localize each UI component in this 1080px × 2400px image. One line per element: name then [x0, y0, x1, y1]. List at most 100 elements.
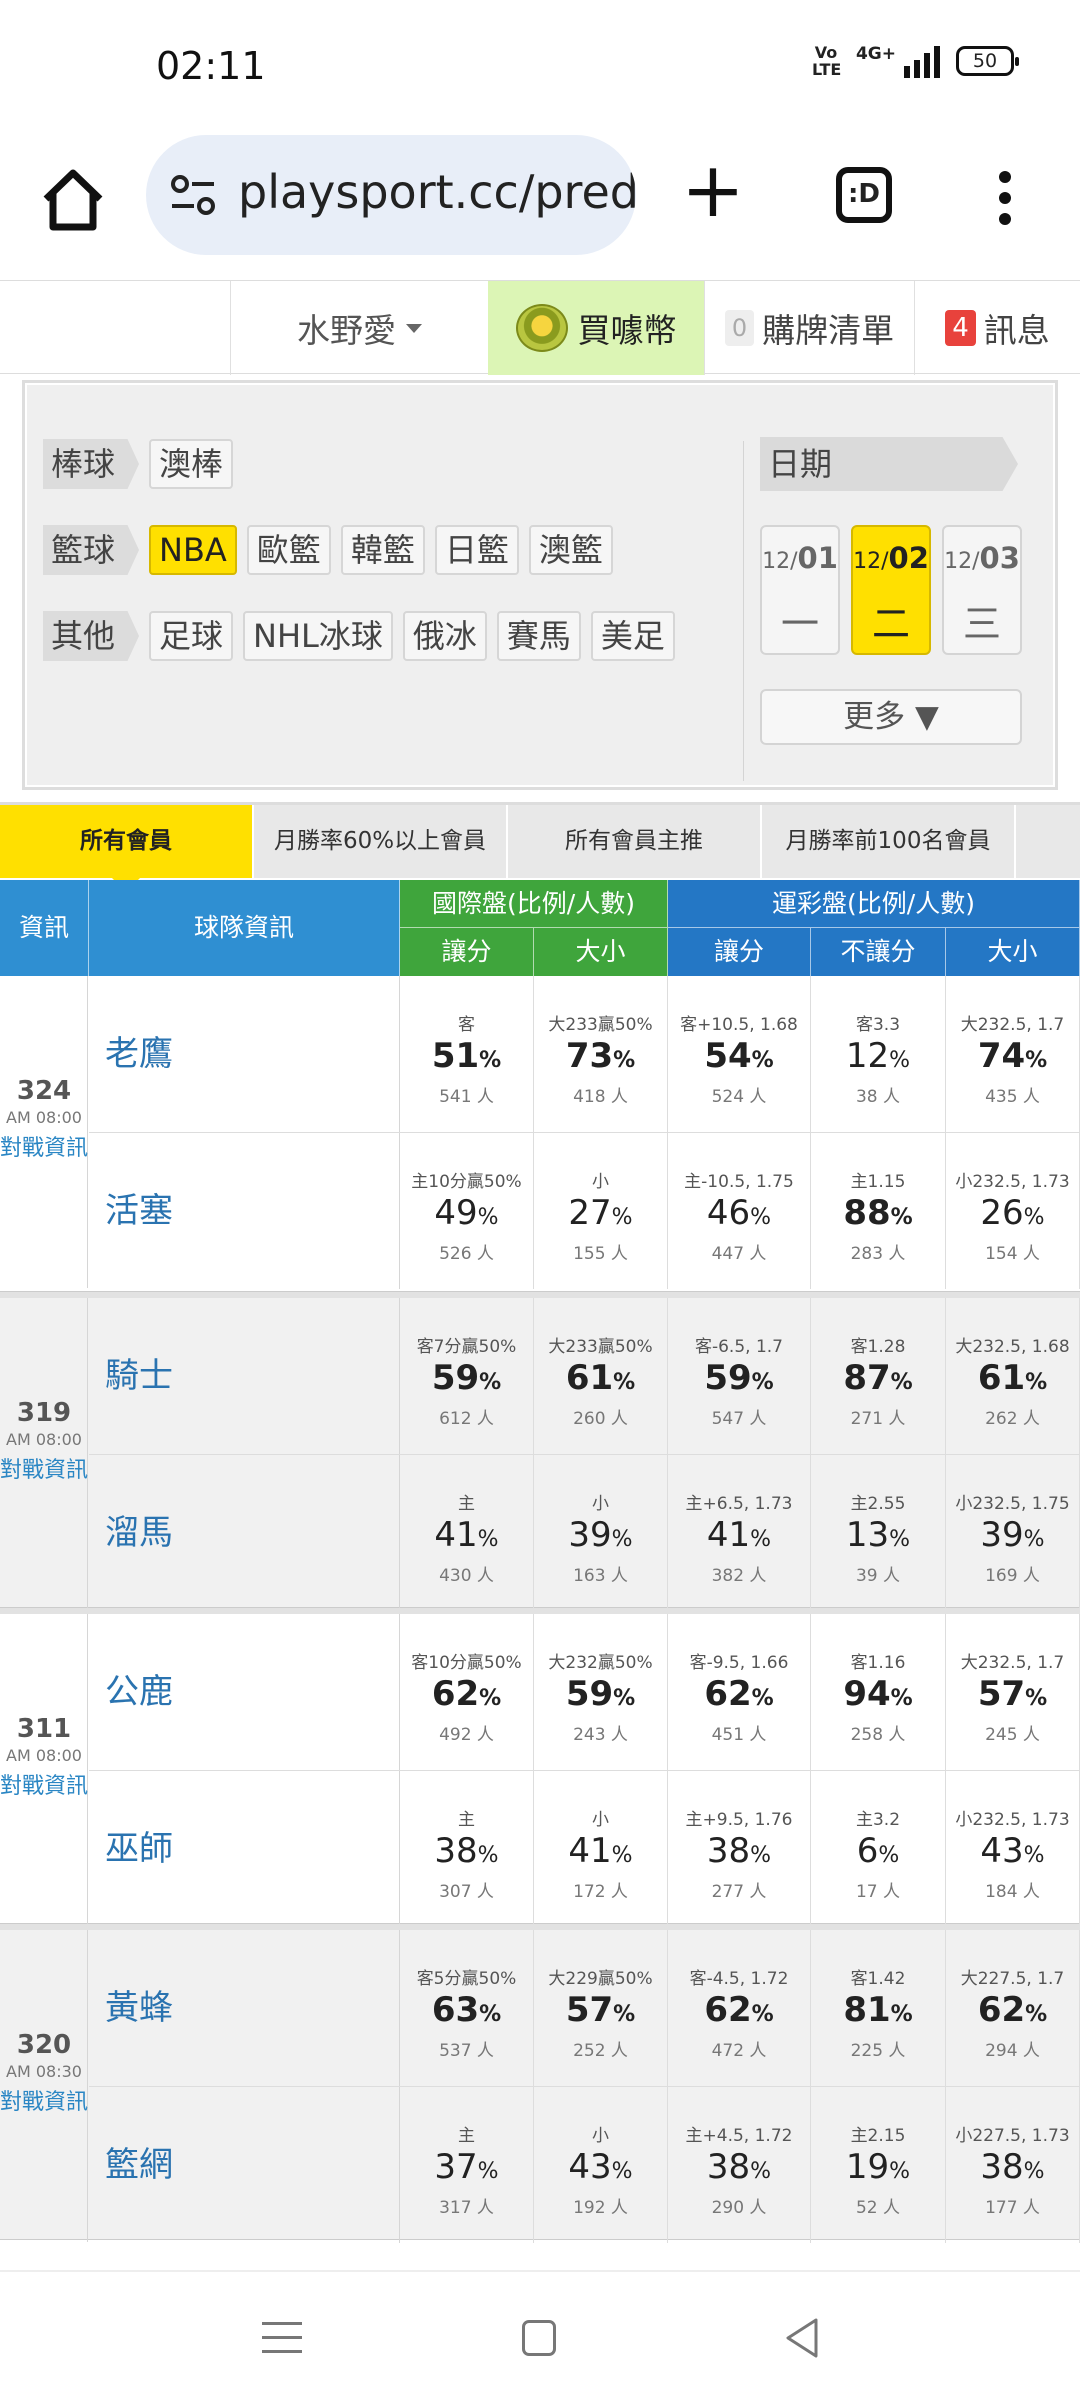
- odds-cell[interactable]: 小232.5, 1.73 43% 184 人: [946, 1771, 1080, 1927]
- league-option[interactable]: 韓籃: [340, 525, 425, 575]
- odds-cell[interactable]: 主2.15 19% 52 人: [811, 2087, 946, 2243]
- odds-cell[interactable]: 主3.2 6% 17 人: [811, 1771, 946, 1927]
- odds-cell[interactable]: 主 41% 430 人: [400, 1455, 534, 1611]
- odds-cell[interactable]: 客+10.5, 1.68 54% 524 人: [668, 976, 811, 1132]
- more-menu-icon[interactable]: [990, 167, 1020, 227]
- odds-cell[interactable]: 大227.5, 1.7 62% 294 人: [946, 1930, 1080, 2086]
- tab-switcher-button[interactable]: :D: [836, 167, 892, 223]
- team-name[interactable]: 巫師: [89, 1771, 400, 1927]
- odds-cell[interactable]: 客 51% 541 人: [400, 976, 534, 1132]
- percentage: 94%: [843, 1674, 913, 1714]
- back-icon[interactable]: [782, 2316, 822, 2360]
- league-option[interactable]: 足球: [149, 611, 234, 661]
- table-header: 資訊 球隊資訊 國際盤(比例/人數) 運彩盤(比例/人數) 讓分 大小 讓分 不…: [0, 880, 1080, 976]
- date-button[interactable]: 12/01 一: [760, 525, 840, 655]
- recent-apps-icon[interactable]: [262, 2322, 302, 2356]
- address-bar[interactable]: playsport.cc/pred: [146, 135, 636, 255]
- odds-cell[interactable]: 小232.5, 1.73 26% 154 人: [946, 1133, 1080, 1289]
- odds-cell[interactable]: 小 41% 172 人: [534, 1771, 668, 1927]
- messages-button[interactable]: 4 訊息: [914, 281, 1080, 375]
- odds-cell[interactable]: 客1.16 94% 258 人: [811, 1614, 946, 1770]
- odds-cell[interactable]: 主 37% 317 人: [400, 2087, 534, 2243]
- matchup-info-link[interactable]: 對戰資訊: [0, 2090, 88, 2116]
- matchup-info-link[interactable]: 對戰資訊: [0, 1458, 88, 1484]
- odds-cell[interactable]: 大229贏50% 57% 252 人: [534, 1930, 668, 2086]
- home-square-icon[interactable]: [522, 2320, 556, 2356]
- category-basketball: 籃球: [43, 525, 140, 575]
- cart-button[interactable]: 0 購牌清單: [704, 281, 914, 375]
- more-dates-button[interactable]: 更多 ▼: [760, 689, 1022, 745]
- odds-cell[interactable]: 大232.5, 1.7 74% 435 人: [946, 976, 1080, 1132]
- league-option[interactable]: 美足: [590, 611, 675, 661]
- tab-all-members[interactable]: 所有會員: [0, 805, 254, 892]
- team-name[interactable]: 公鹿: [89, 1614, 400, 1770]
- people-count: 290 人: [711, 2198, 767, 2218]
- odds-cell[interactable]: 客3.3 12% 38 人: [811, 976, 946, 1132]
- people-count: 17 人: [855, 1882, 901, 1902]
- league-option[interactable]: 日籃: [434, 525, 519, 575]
- league-option[interactable]: 澳棒: [149, 439, 234, 489]
- odds-cell[interactable]: 小 27% 155 人: [534, 1133, 668, 1289]
- odds-cell[interactable]: 主1.15 88% 283 人: [811, 1133, 946, 1289]
- league-option[interactable]: 歐籃: [246, 525, 331, 575]
- odds-cell[interactable]: 主10分贏50% 49% 526 人: [400, 1133, 534, 1289]
- odds-cell[interactable]: 客7分贏50% 59% 612 人: [400, 1298, 534, 1454]
- team-name[interactable]: 活塞: [89, 1133, 400, 1289]
- odds-cell[interactable]: 大233贏50% 61% 260 人: [534, 1298, 668, 1454]
- tab-win-rate-60[interactable]: 月勝率60%以上會員: [254, 805, 508, 878]
- people-count: 547 人: [711, 1409, 767, 1429]
- tab-top-100[interactable]: 月勝率前100名會員: [762, 805, 1016, 878]
- league-option-selected[interactable]: NBA: [149, 525, 237, 575]
- odds-cell[interactable]: 主+6.5, 1.73 41% 382 人: [668, 1455, 811, 1611]
- league-option[interactable]: 俄冰: [402, 611, 487, 661]
- odds-cell[interactable]: 小 43% 192 人: [534, 2087, 668, 2243]
- odds-cell[interactable]: 主+9.5, 1.76 38% 277 人: [668, 1771, 811, 1927]
- league-option[interactable]: 澳籃: [528, 525, 613, 575]
- league-option[interactable]: NHL冰球: [243, 611, 393, 661]
- odds-cell[interactable]: 客1.28 87% 271 人: [811, 1298, 946, 1454]
- team-name[interactable]: 溜馬: [89, 1455, 400, 1611]
- user-menu[interactable]: 水野愛: [230, 281, 488, 375]
- team-name[interactable]: 籃網: [89, 2087, 400, 2243]
- team-name[interactable]: 老鷹: [89, 976, 400, 1132]
- odds-cell[interactable]: 客-9.5, 1.66 62% 451 人: [668, 1614, 811, 1770]
- odds-cell[interactable]: 大232.5, 1.68 61% 262 人: [946, 1298, 1080, 1454]
- odds-cell[interactable]: 主-10.5, 1.75 46% 447 人: [668, 1133, 811, 1289]
- odds-cell[interactable]: 大232贏50% 59% 243 人: [534, 1614, 668, 1770]
- odds-cell[interactable]: 主2.55 13% 39 人: [811, 1455, 946, 1611]
- matchup-info-link[interactable]: 對戰資訊: [0, 1774, 88, 1800]
- people-count: 451 人: [711, 1725, 767, 1745]
- volte-icon: Vo LTE: [811, 43, 842, 79]
- screen: 02:11 Vo LTE 4G+ 50 playsport.cc/pred + …: [0, 0, 1080, 2400]
- odds-cell[interactable]: 客10分贏50% 62% 492 人: [400, 1614, 534, 1770]
- people-count: 294 人: [985, 2041, 1040, 2061]
- message-count-badge: 4: [945, 310, 976, 346]
- team-name[interactable]: 黃蜂: [89, 1930, 400, 2086]
- league-option[interactable]: 賽馬: [496, 611, 581, 661]
- matchup-info-link[interactable]: 對戰資訊: [0, 1136, 88, 1162]
- date-button-selected[interactable]: 12/02 二: [851, 525, 931, 655]
- game-number: 324: [16, 1076, 72, 1106]
- odds-cell[interactable]: 大233贏50% 73% 418 人: [534, 976, 668, 1132]
- odds-cell[interactable]: 小 39% 163 人: [534, 1455, 668, 1611]
- site-settings-icon[interactable]: [168, 173, 218, 217]
- percentage: 88%: [843, 1193, 913, 1233]
- tab-all-members-picks[interactable]: 所有會員主推: [508, 805, 762, 878]
- odds-cell[interactable]: 主+4.5, 1.72 38% 290 人: [668, 2087, 811, 2243]
- odds-cell[interactable]: 主 38% 307 人: [400, 1771, 534, 1927]
- people-count: 317 人: [439, 2198, 494, 2218]
- odds-cell[interactable]: 小227.5, 1.73 38% 177 人: [946, 2087, 1080, 2243]
- buy-coin-button[interactable]: 買噱幣: [488, 281, 704, 375]
- url-text[interactable]: playsport.cc/pred: [238, 165, 636, 219]
- odds-cell[interactable]: 客-6.5, 1.7 59% 547 人: [668, 1298, 811, 1454]
- odds-cell[interactable]: 小232.5, 1.75 39% 169 人: [946, 1455, 1080, 1611]
- home-icon[interactable]: [38, 165, 108, 235]
- new-tab-icon[interactable]: +: [680, 152, 746, 228]
- odds-cell[interactable]: 客1.42 81% 225 人: [811, 1930, 946, 2086]
- messages-label: 訊息: [983, 311, 1050, 350]
- team-name[interactable]: 騎士: [89, 1298, 400, 1454]
- odds-cell[interactable]: 客-4.5, 1.72 62% 472 人: [668, 1930, 811, 2086]
- odds-cell[interactable]: 大232.5, 1.7 57% 245 人: [946, 1614, 1080, 1770]
- odds-cell[interactable]: 客5分贏50% 63% 537 人: [400, 1930, 534, 2086]
- date-button[interactable]: 12/03 三: [942, 525, 1022, 655]
